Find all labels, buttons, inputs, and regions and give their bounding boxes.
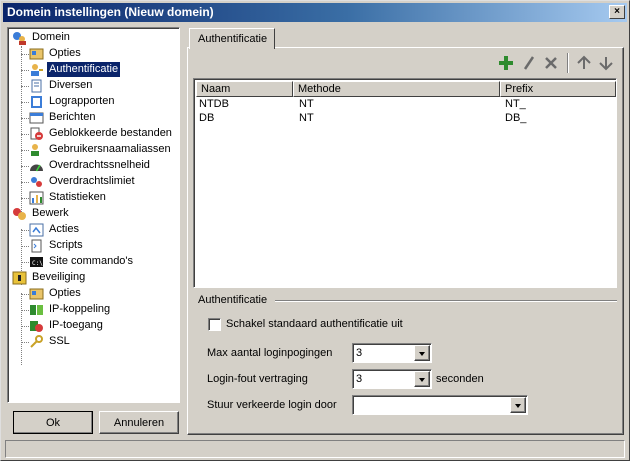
redirect-combo[interactable] (352, 395, 528, 415)
blocked-files-icon (30, 127, 43, 140)
settings-tree[interactable]: Domein Opties Authentificatie Diversen L… (7, 27, 180, 403)
svg-text:C:\: C:\ (32, 260, 43, 267)
key-icon (30, 335, 43, 348)
redirect-label: Stuur verkeerde login door (207, 399, 337, 411)
status-bar (5, 440, 625, 458)
speedometer-icon (30, 164, 43, 172)
dialog-window: Domein instellingen (Nieuw domein) × Dom… (0, 0, 630, 461)
globe-users-icon (13, 32, 26, 45)
chevron-down-icon[interactable] (414, 371, 430, 387)
actions-icon (29, 223, 44, 237)
cell-prefix: NT_ (505, 98, 526, 110)
arrow-up-icon[interactable] (575, 54, 593, 72)
plus-icon[interactable] (497, 54, 515, 72)
scripts-icon (31, 239, 42, 253)
ip-binding-icon (30, 305, 43, 315)
messages-icon (29, 112, 44, 124)
delay-value: 3 (356, 373, 363, 385)
title-bar[interactable]: Domein instellingen (Nieuw domein) × (3, 3, 627, 22)
close-button[interactable]: × (609, 5, 625, 19)
delay-unit-label: seconden (436, 373, 484, 385)
column-header-prefix[interactable]: Prefix (500, 81, 616, 97)
edit-icon (13, 208, 26, 220)
log-book-icon (31, 96, 42, 108)
group-divider (275, 300, 617, 302)
options-icon (29, 288, 44, 300)
column-header-methode[interactable]: Methode (293, 81, 500, 97)
user-key-icon (31, 64, 43, 76)
arrow-down-icon[interactable] (597, 54, 615, 72)
pencil-icon[interactable] (520, 54, 538, 72)
max-attempts-combo[interactable]: 3 (352, 343, 432, 363)
cancel-button[interactable]: Annuleren (99, 411, 179, 434)
cell-prefix: DB_ (505, 112, 527, 124)
window-title: Domein instellingen (Nieuw domein) (7, 5, 214, 19)
cell-methode: NT (299, 98, 314, 110)
transfer-limit-icon (31, 177, 42, 187)
column-header-naam[interactable]: Naam (196, 81, 293, 97)
cell-naam: NTDB (199, 98, 229, 110)
group-label: Authentificatie (198, 294, 268, 306)
tree-line (21, 46, 22, 214)
ok-button[interactable]: Ok (13, 411, 93, 434)
options-icon (29, 48, 44, 60)
statistics-icon (29, 191, 44, 205)
max-attempts-label: Max aantal loginpogingen (207, 347, 333, 359)
toolbar-separator (567, 53, 569, 73)
delete-x-icon[interactable] (542, 54, 560, 72)
tree-line (21, 293, 22, 365)
disable-default-auth-checkbox[interactable] (208, 318, 221, 331)
security-icon (12, 271, 27, 285)
ip-access-icon (30, 321, 43, 332)
delay-label: Login-fout vertraging (207, 373, 308, 385)
chevron-down-icon[interactable] (414, 345, 430, 361)
max-attempts-value: 3 (356, 347, 363, 359)
tab-authentificatie[interactable]: Authentificatie (189, 28, 275, 49)
user-alias-icon (31, 144, 39, 156)
document-icon (31, 79, 42, 93)
cell-naam: DB (199, 112, 215, 124)
delay-combo[interactable]: 3 (352, 369, 432, 389)
auth-list[interactable]: Naam Methode Prefix NTDB NT NT_ DB NT DB… (193, 78, 617, 288)
disable-default-auth-label[interactable]: Schakel standaard authentificatie uit (226, 317, 403, 331)
chevron-down-icon[interactable] (510, 397, 526, 413)
cell-methode: NT (299, 112, 314, 124)
console-icon: C:\ (30, 257, 43, 267)
